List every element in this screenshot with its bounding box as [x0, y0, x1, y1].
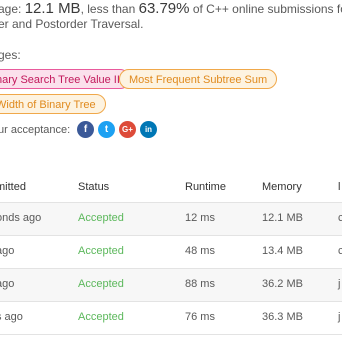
memory-suffix: of C++ online submissions for Construct … [192, 2, 342, 16]
table-row: ago Accepted 88 ms 36.2 MB j [0, 269, 342, 302]
memory-middle: , less than [80, 2, 139, 16]
submitted-time: ago [0, 245, 15, 257]
runtime-value: 12 ms [185, 212, 215, 224]
memory-value: 36.3 MB [262, 311, 303, 323]
memory-percent: 63.79% [138, 0, 190, 17]
linkedin-icon[interactable]: in [140, 121, 157, 138]
header-memory[interactable]: Memory [262, 181, 302, 193]
status-link[interactable]: Accepted [78, 311, 124, 323]
table-row: ago Accepted 48 ms 13.4 MB c [0, 236, 342, 269]
status-link[interactable]: Accepted [78, 245, 124, 257]
language-value: j [338, 278, 341, 290]
submissions-table: mitted Status Runtime Memory l onds ago … [0, 172, 342, 335]
language-value: c [338, 212, 342, 224]
submission-detail-page: age: 12.1 MB, less than 63.79% of C++ on… [0, 0, 342, 342]
runtime-value: 76 ms [185, 311, 215, 323]
language-value: j [338, 311, 341, 323]
memory-usage-summary: age: 12.1 MB, less than 63.79% of C++ on… [0, 0, 342, 18]
memory-value: 36.2 MB [262, 278, 303, 290]
submitted-time: ago [0, 278, 15, 290]
submitted-time: s ago [0, 311, 23, 323]
tag-search-tree-value[interactable]: nary Search Tree Value II [0, 69, 130, 89]
header-runtime[interactable]: Runtime [185, 181, 226, 193]
table-row: onds ago Accepted 12 ms 12.1 MB c [0, 203, 342, 236]
twitter-icon[interactable]: t [98, 121, 115, 138]
memory-value: 12.1 MB [262, 212, 303, 224]
runtime-value: 88 ms [185, 278, 215, 290]
facebook-icon[interactable]: f [77, 121, 94, 138]
memory-prefix: age: [0, 2, 25, 16]
table-row: s ago Accepted 76 ms 36.3 MB j [0, 302, 342, 335]
language-value: c [338, 245, 342, 257]
share-label: ur acceptance: [0, 124, 71, 136]
tag-most-frequent-subtree-sum[interactable]: Most Frequent Subtree Sum [119, 69, 278, 89]
status-link[interactable]: Accepted [78, 278, 124, 290]
header-language[interactable]: l [338, 181, 340, 193]
tag-width-binary-tree[interactable]: Width of Binary Tree [0, 94, 106, 114]
submitted-time: onds ago [0, 212, 42, 224]
memory-summary-line2: er and Postorder Traversal. [0, 17, 144, 31]
status-link[interactable]: Accepted [78, 212, 124, 224]
header-status[interactable]: Status [78, 181, 109, 193]
table-header: mitted Status Runtime Memory l [0, 172, 342, 203]
googleplus-icon[interactable]: G+ [119, 121, 136, 138]
runtime-value: 48 ms [185, 245, 215, 257]
memory-value: 13.4 MB [262, 245, 303, 257]
header-submitted[interactable]: mitted [0, 181, 26, 193]
similar-questions-label: ges: [0, 48, 21, 62]
memory-value: 12.1 MB [24, 0, 81, 17]
